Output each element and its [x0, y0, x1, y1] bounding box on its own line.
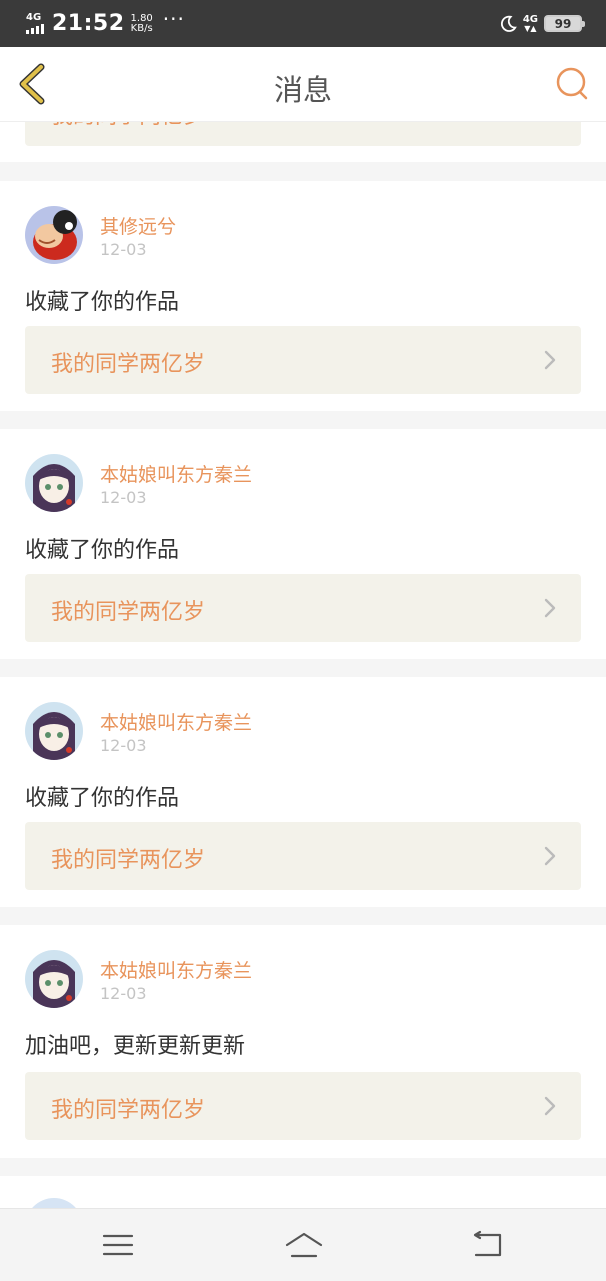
work-link[interactable]: 我的同学两亿岁: [25, 574, 581, 642]
avatar[interactable]: [25, 206, 83, 264]
search-icon[interactable]: [554, 65, 590, 101]
username[interactable]: 本姑娘叫东方秦兰: [100, 460, 252, 487]
chevron-right-icon: [544, 1096, 556, 1116]
work-title: 我的同学两亿岁: [51, 848, 206, 873]
username[interactable]: 本姑娘叫东方秦兰: [100, 956, 252, 983]
notification-card: 其修远兮 12-03 收藏了你的作品 我的同学两亿岁: [0, 181, 606, 411]
chevron-right-icon: [544, 846, 556, 866]
work-title: 我的同学两亿岁: [51, 1098, 206, 1123]
timestamp: 12-03: [100, 984, 147, 1003]
work-link[interactable]: 我的同学两亿岁: [25, 1072, 581, 1140]
avatar[interactable]: [25, 950, 83, 1008]
anime-girl-avatar-icon: [25, 454, 83, 512]
notification-message: 收藏了你的作品: [25, 290, 180, 315]
username[interactable]: 其修远兮: [100, 212, 176, 239]
chevron-right-icon: [544, 350, 556, 370]
timestamp: 12-03: [100, 736, 147, 755]
home-icon[interactable]: [284, 1229, 324, 1261]
username[interactable]: 本姑娘叫东方秦兰: [100, 708, 252, 735]
avatar[interactable]: [25, 454, 83, 512]
timestamp: 12-03: [100, 240, 147, 259]
notification-card: 本姑娘叫东方秦兰 12-03 加油吧，更新更新更新 我的同学两亿岁: [0, 925, 606, 1158]
message-list[interactable]: 我的同学两亿岁 其修远兮 12-03 收藏了你的作品 我的同学两亿岁: [0, 0, 606, 1280]
anime-girl-avatar-icon: [25, 950, 83, 1008]
notification-message: 收藏了你的作品: [25, 538, 180, 563]
top-app-bar: 消息: [0, 47, 606, 122]
notification-message: 加油吧，更新更新更新: [25, 1034, 246, 1059]
notification-card: 本姑娘叫东方秦兰 12-03 收藏了你的作品 我的同学两亿岁: [0, 677, 606, 907]
notification-message: 收藏了你的作品: [25, 786, 180, 811]
cartoon-boy-avatar-icon: [25, 206, 83, 264]
chevron-right-icon: [544, 598, 556, 618]
return-icon[interactable]: [470, 1229, 506, 1261]
work-title: 我的同学两亿岁: [51, 352, 206, 377]
work-title: 我的同学两亿岁: [51, 600, 206, 625]
work-link[interactable]: 我的同学两亿岁: [25, 326, 581, 394]
timestamp: 12-03: [100, 488, 147, 507]
work-link[interactable]: 我的同学两亿岁: [25, 822, 581, 890]
avatar[interactable]: [25, 702, 83, 760]
system-navigation-bar: [0, 1208, 606, 1281]
menu-icon[interactable]: [100, 1229, 136, 1261]
notification-card: 本姑娘叫东方秦兰 12-03 收藏了你的作品 我的同学两亿岁: [0, 429, 606, 659]
page-title: 消息: [273, 73, 332, 107]
anime-girl-avatar-icon: [25, 702, 83, 760]
